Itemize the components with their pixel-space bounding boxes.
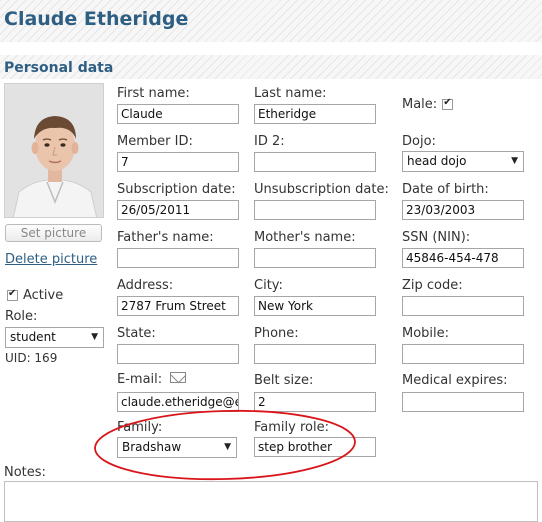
belt-size-label: Belt size: (254, 373, 314, 388)
delete-picture-link[interactable]: Delete picture (5, 252, 97, 267)
city-label: City: (254, 278, 283, 293)
id2-field[interactable] (254, 152, 376, 172)
active-label: Active (23, 288, 64, 303)
subscription-date-field[interactable]: 26/05/2011 (117, 200, 239, 220)
title-bar: Claude Etheridge (0, 0, 542, 42)
dojo-label: Dojo: (402, 134, 436, 149)
male-checkbox-row[interactable]: Male: (402, 97, 454, 112)
belt-size-field[interactable]: 2 (254, 392, 376, 412)
address-label: Address: (117, 278, 174, 293)
active-checkbox-row[interactable]: Active (7, 288, 63, 303)
section-title: Personal data (4, 60, 114, 76)
chevron-down-icon: ▼ (91, 332, 98, 342)
zip-code-label: Zip code: (402, 278, 463, 293)
uid-text: UID: 169 (5, 351, 58, 365)
medical-expires-field[interactable] (402, 392, 524, 412)
mobile-label: Mobile: (402, 326, 450, 341)
role-label: Role: (5, 309, 38, 324)
dojo-select-value: head dojo (407, 154, 467, 168)
family-select[interactable]: Bradshaw ▼ (117, 437, 237, 458)
state-label: State: (117, 326, 156, 341)
family-role-label: Family role: (254, 420, 329, 435)
fathers-name-label: Father's name: (117, 230, 214, 245)
id2-label: ID 2: (254, 134, 285, 149)
mothers-name-field[interactable] (254, 248, 376, 268)
member-id-label: Member ID: (117, 134, 193, 149)
mobile-field[interactable] (402, 344, 524, 364)
zip-code-field[interactable] (402, 296, 524, 316)
family-label: Family: (117, 420, 163, 435)
email-label: E-mail: (117, 372, 163, 387)
mothers-name-label: Mother's name: (254, 230, 356, 245)
checkmark-icon[interactable] (7, 288, 18, 301)
first-name-label: First name: (117, 86, 190, 101)
family-role-field[interactable]: step brother (254, 437, 376, 457)
chevron-down-icon: ▼ (224, 442, 231, 452)
state-field[interactable] (117, 344, 239, 364)
family-select-value: Bradshaw (122, 440, 182, 454)
phone-field[interactable] (254, 344, 376, 364)
male-label: Male: (402, 97, 438, 112)
ssn-field[interactable]: 45846-454-478 (402, 248, 524, 268)
fathers-name-field[interactable] (117, 248, 239, 268)
first-name-field[interactable]: Claude (117, 104, 239, 124)
email-field[interactable]: claude.etheridge@ex (117, 392, 239, 412)
section-header: Personal data (0, 55, 542, 79)
role-select[interactable]: student ▼ (5, 327, 104, 348)
chevron-down-icon: ▼ (511, 156, 518, 166)
notes-textarea[interactable] (4, 481, 538, 522)
portrait-image (5, 84, 103, 217)
profile-photo (4, 83, 104, 218)
last-name-label: Last name: (254, 86, 327, 101)
page-title: Claude Etheridge (4, 8, 189, 30)
city-field[interactable]: New York (254, 296, 376, 316)
ssn-label: SSN (NIN): (402, 230, 471, 245)
phone-label: Phone: (254, 326, 299, 341)
member-id-field[interactable]: 7 (117, 152, 239, 172)
envelope-icon[interactable] (170, 372, 187, 383)
address-field[interactable]: 2787 Frum Street (117, 296, 239, 316)
unsubscription-date-field[interactable] (254, 200, 376, 220)
notes-label: Notes: (4, 465, 46, 480)
date-of-birth-label: Date of birth: (402, 182, 489, 197)
role-select-value: student (10, 330, 56, 344)
dojo-select[interactable]: head dojo ▼ (402, 151, 524, 172)
last-name-field[interactable]: Etheridge (254, 104, 376, 124)
date-of-birth-field[interactable]: 23/03/2003 (402, 200, 524, 220)
set-picture-button[interactable]: Set picture (5, 224, 102, 242)
email-label-row: E-mail: (117, 372, 187, 387)
subscription-date-label: Subscription date: (117, 182, 236, 197)
checkmark-icon[interactable] (442, 97, 454, 110)
medical-expires-label: Medical expires: (402, 373, 508, 388)
unsubscription-date-label: Unsubscription date: (254, 182, 389, 197)
